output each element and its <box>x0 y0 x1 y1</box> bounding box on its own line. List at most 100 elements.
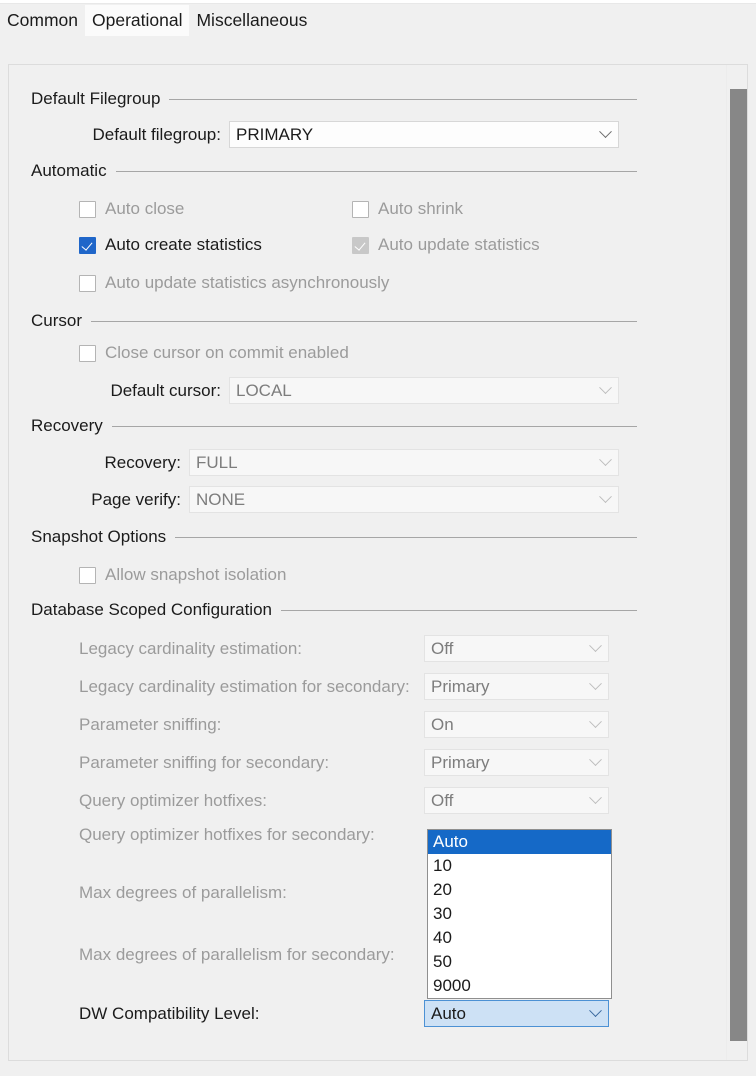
group-divider <box>91 321 637 322</box>
row-query-optimizer-hotfixes: Query optimizer hotfixes: Off <box>79 787 637 814</box>
chevron-down-icon <box>589 753 602 766</box>
group-recovery: Recovery <box>31 415 637 437</box>
row-parameter-sniffing: Parameter sniffing: On <box>79 711 637 738</box>
row-legacy-cardinality-estimation-secondary: Legacy cardinality estimation for second… <box>79 673 637 700</box>
options-page: Common Operational Miscellaneous Default… <box>0 0 756 1076</box>
default-filegroup-value: PRIMARY <box>236 125 313 145</box>
recovery-combobox[interactable]: FULL <box>189 449 619 476</box>
clipped-top-row <box>0 0 756 4</box>
chevron-down-icon <box>599 381 612 394</box>
parameter-sniffing-combobox[interactable]: On <box>424 711 609 738</box>
dropdown-option-40[interactable]: 40 <box>428 926 611 950</box>
group-snapshot-options: Snapshot Options <box>31 526 637 548</box>
parameter-sniffing-value: On <box>431 715 454 735</box>
dw-compatibility-level-combobox[interactable]: Auto <box>424 1000 609 1027</box>
group-default-filegroup-label: Default Filegroup <box>31 89 169 109</box>
dropdown-option-20[interactable]: 20 <box>428 878 611 902</box>
page-verify-label: Page verify: <box>31 490 181 510</box>
dropdown-option-50[interactable]: 50 <box>428 950 611 974</box>
checkbox-close-cursor-on-commit[interactable]: Close cursor on commit enabled <box>79 343 349 363</box>
max-degrees-of-parallelism-secondary-label: Max degrees of parallelism for secondary… <box>79 945 424 965</box>
default-cursor-value: LOCAL <box>236 381 292 401</box>
options-scroll-content: Default Filegroup Default filegroup: PRI… <box>9 65 727 1060</box>
query-optimizer-hotfixes-combobox[interactable]: Off <box>424 787 609 814</box>
row-dw-compatibility-level: DW Compatibility Level: Auto <box>79 1000 637 1027</box>
checkbox-auto-update-statistics[interactable]: Auto update statistics <box>352 235 540 255</box>
row-default-cursor: Default cursor: LOCAL <box>31 377 637 404</box>
group-default-filegroup: Default Filegroup <box>31 88 637 110</box>
checkbox-auto-update-statistics-async[interactable]: Auto update statistics asynchronously <box>79 273 389 293</box>
parameter-sniffing-secondary-value: Primary <box>431 753 490 773</box>
row-parameter-sniffing-secondary: Parameter sniffing for secondary: Primar… <box>79 749 637 776</box>
checkbox-auto-shrink[interactable]: Auto shrink <box>352 199 463 219</box>
checkbox-auto-create-statistics-label: Auto create statistics <box>105 235 262 255</box>
legacy-cardinality-estimation-label: Legacy cardinality estimation: <box>79 639 424 659</box>
checkbox-box[interactable] <box>79 345 96 362</box>
checkbox-box[interactable] <box>352 201 369 218</box>
group-divider <box>281 610 637 611</box>
checkbox-allow-snapshot-isolation-label: Allow snapshot isolation <box>105 565 286 585</box>
checkbox-auto-update-statistics-label: Auto update statistics <box>378 235 540 255</box>
checkbox-box[interactable] <box>79 237 96 254</box>
query-optimizer-hotfixes-value: Off <box>431 791 453 811</box>
chevron-down-icon <box>599 125 612 138</box>
group-divider <box>112 426 637 427</box>
checkbox-auto-close[interactable]: Auto close <box>79 199 184 219</box>
checkbox-box[interactable] <box>79 567 96 584</box>
group-automatic-label: Automatic <box>31 161 116 181</box>
tab-miscellaneous[interactable]: Miscellaneous <box>189 5 314 36</box>
default-cursor-combobox[interactable]: LOCAL <box>229 377 619 404</box>
checkbox-box[interactable] <box>79 201 96 218</box>
recovery-label: Recovery: <box>31 453 181 473</box>
recovery-value: FULL <box>196 453 238 473</box>
dw-compatibility-level-dropdown-list[interactable]: Auto 10 20 30 40 50 9000 <box>427 829 612 999</box>
legacy-cardinality-estimation-value: Off <box>431 639 453 659</box>
checkbox-auto-shrink-label: Auto shrink <box>378 199 463 219</box>
parameter-sniffing-secondary-label: Parameter sniffing for secondary: <box>79 753 424 773</box>
checkbox-close-cursor-on-commit-label: Close cursor on commit enabled <box>105 343 349 363</box>
row-default-filegroup: Default filegroup: PRIMARY <box>31 121 637 148</box>
scrollbar-thumb[interactable] <box>730 89 747 1041</box>
chevron-down-icon <box>589 1004 602 1017</box>
query-optimizer-hotfixes-secondary-label: Query optimizer hotfixes for secondary: <box>79 825 424 845</box>
checkbox-box[interactable] <box>79 275 96 292</box>
chevron-down-icon <box>599 453 612 466</box>
parameter-sniffing-secondary-combobox[interactable]: Primary <box>424 749 609 776</box>
legacy-cardinality-estimation-secondary-combobox[interactable]: Primary <box>424 673 609 700</box>
tab-operational[interactable]: Operational <box>85 5 189 36</box>
default-filegroup-label: Default filegroup: <box>31 125 221 145</box>
default-filegroup-combobox[interactable]: PRIMARY <box>229 121 619 148</box>
dropdown-option-auto[interactable]: Auto <box>428 830 611 854</box>
parameter-sniffing-label: Parameter sniffing: <box>79 715 424 735</box>
group-divider <box>169 99 637 100</box>
operational-options-panel: Default Filegroup Default filegroup: PRI… <box>8 64 748 1061</box>
dropdown-option-9000[interactable]: 9000 <box>428 974 611 998</box>
checkbox-auto-create-statistics[interactable]: Auto create statistics <box>79 235 262 255</box>
group-database-scoped-configuration: Database Scoped Configuration <box>31 599 637 621</box>
query-optimizer-hotfixes-label: Query optimizer hotfixes: <box>79 791 424 811</box>
vertical-scrollbar[interactable] <box>726 65 747 1060</box>
group-automatic: Automatic <box>31 160 637 182</box>
row-recovery: Recovery: FULL <box>31 449 637 476</box>
max-degrees-of-parallelism-label: Max degrees of parallelism: <box>79 883 424 903</box>
checkbox-box[interactable] <box>352 237 369 254</box>
chevron-down-icon <box>589 791 602 804</box>
chevron-down-icon <box>589 677 602 690</box>
page-verify-combobox[interactable]: NONE <box>189 486 619 513</box>
group-snapshot-options-label: Snapshot Options <box>31 527 175 547</box>
tab-common[interactable]: Common <box>0 5 85 36</box>
group-cursor-label: Cursor <box>31 311 91 331</box>
row-page-verify: Page verify: NONE <box>31 486 637 513</box>
row-legacy-cardinality-estimation: Legacy cardinality estimation: Off <box>79 635 637 662</box>
legacy-cardinality-estimation-combobox[interactable]: Off <box>424 635 609 662</box>
checkbox-auto-close-label: Auto close <box>105 199 184 219</box>
dw-compatibility-level-label: DW Compatibility Level: <box>79 1004 424 1024</box>
chevron-down-icon <box>589 639 602 652</box>
dropdown-option-10[interactable]: 10 <box>428 854 611 878</box>
dropdown-option-30[interactable]: 30 <box>428 902 611 926</box>
chevron-down-icon <box>599 490 612 503</box>
checkbox-allow-snapshot-isolation[interactable]: Allow snapshot isolation <box>79 565 286 585</box>
page-verify-value: NONE <box>196 490 245 510</box>
checkbox-auto-update-statistics-async-label: Auto update statistics asynchronously <box>105 273 389 293</box>
group-recovery-label: Recovery <box>31 416 112 436</box>
